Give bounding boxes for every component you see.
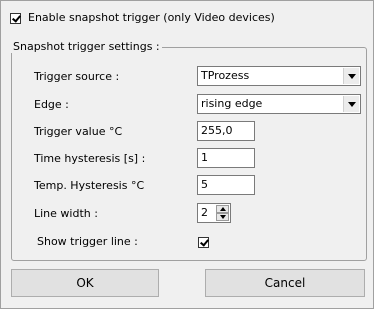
- cancel-button[interactable]: Cancel: [205, 269, 365, 297]
- chevron-down-icon[interactable]: [343, 96, 359, 112]
- trigger-source-select[interactable]: TProzess: [197, 66, 361, 86]
- temp-hysteresis-label: Temp. Hysteresis °C: [34, 179, 145, 192]
- time-hysteresis-label: Time hysteresis [s] :: [34, 152, 146, 165]
- time-hysteresis-input[interactable]: 1: [197, 148, 255, 168]
- trigger-source-label: Trigger source :: [34, 70, 120, 83]
- group-title: Snapshot trigger settings :: [11, 40, 162, 53]
- enable-snapshot-checkbox[interactable]: [10, 13, 21, 24]
- show-trigger-line-label: Show trigger line :: [37, 235, 138, 248]
- chevron-down-icon[interactable]: [343, 68, 359, 84]
- temp-hysteresis-text: 5: [201, 178, 208, 191]
- line-width-spinner[interactable]: 2: [197, 203, 231, 223]
- snapshot-trigger-dialog: Enable snapshot trigger (only Video devi…: [0, 0, 374, 309]
- line-width-label: Line width :: [34, 207, 98, 220]
- time-hysteresis-text: 1: [201, 151, 208, 164]
- trigger-value-text: 255,0: [201, 124, 233, 137]
- ok-button[interactable]: OK: [11, 269, 159, 297]
- arrow-down-icon[interactable]: [216, 213, 229, 221]
- trigger-value-label: Trigger value °C: [34, 125, 123, 138]
- edge-label: Edge :: [34, 98, 69, 111]
- edge-select[interactable]: rising edge: [197, 94, 361, 114]
- edge-value: rising edge: [201, 97, 263, 110]
- show-trigger-line-checkbox[interactable]: [198, 237, 209, 248]
- trigger-source-value: TProzess: [201, 69, 250, 82]
- temp-hysteresis-input[interactable]: 5: [197, 175, 255, 195]
- arrow-up-icon[interactable]: [216, 205, 229, 213]
- line-width-value: 2: [201, 206, 208, 219]
- enable-snapshot-label: Enable snapshot trigger (only Video devi…: [28, 11, 275, 24]
- trigger-value-input[interactable]: 255,0: [197, 121, 255, 141]
